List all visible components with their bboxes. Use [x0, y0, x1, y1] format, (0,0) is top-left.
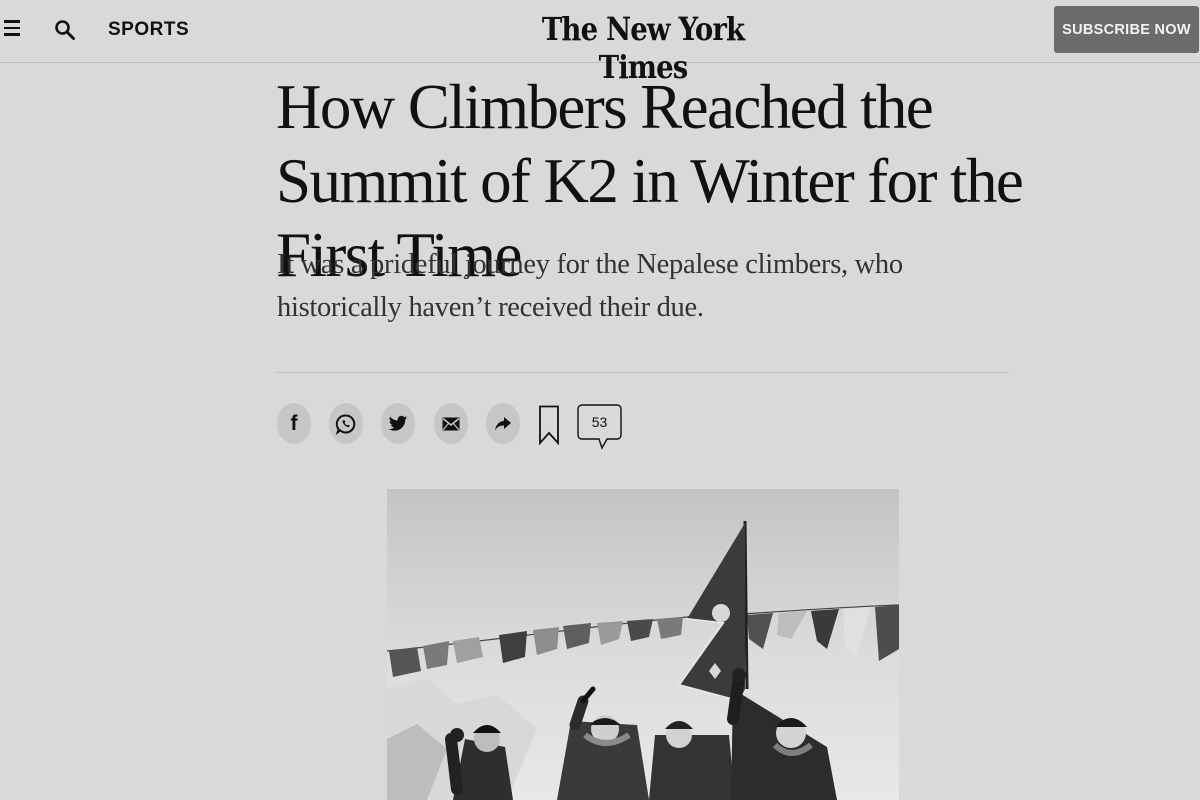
share-icon — [495, 416, 511, 430]
menu-icon[interactable] — [4, 20, 22, 40]
summit-photo-illustration — [387, 489, 899, 800]
more-share-button[interactable] — [486, 403, 520, 444]
bookmark-icon[interactable] — [538, 405, 560, 445]
whatsapp-icon — [335, 413, 356, 435]
subscribe-button[interactable]: SUBSCRIBE NOW — [1054, 6, 1199, 53]
whatsapp-share-button[interactable] — [329, 403, 363, 444]
flag-pole — [743, 520, 749, 690]
comment-count: 53 — [591, 414, 608, 430]
email-icon — [442, 417, 460, 430]
divider — [277, 372, 1009, 373]
article-summary: It was a prideful journey for the Nepale… — [277, 249, 903, 323]
twitter-share-button[interactable] — [381, 403, 415, 444]
twitter-icon — [388, 415, 408, 431]
email-share-button[interactable] — [434, 403, 468, 444]
comments-button[interactable]: 53 — [577, 404, 622, 450]
top-navigation-bar: SPORTS The New York Times SUBSCRIBE NOW — [0, 0, 1200, 86]
facebook-icon: f — [290, 411, 298, 435]
section-link-sports[interactable]: SPORTS — [108, 19, 189, 41]
article-photo[interactable] — [387, 489, 899, 800]
facebook-share-button[interactable]: f — [277, 403, 311, 444]
search-icon[interactable] — [54, 19, 76, 41]
